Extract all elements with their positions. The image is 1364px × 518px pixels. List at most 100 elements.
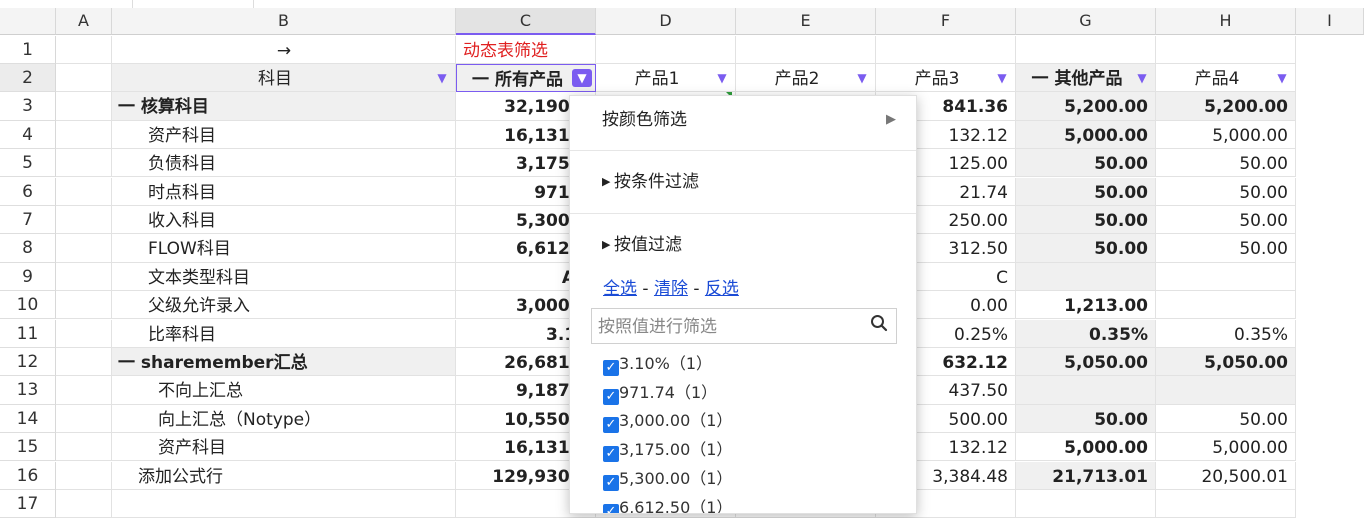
filter-by-condition-item[interactable]: ▶ 按条件过滤: [570, 158, 916, 206]
grid-cell[interactable]: [56, 461, 112, 490]
value-checkbox-item[interactable]: ✓ 971.74（1）: [603, 379, 717, 407]
grid-cell[interactable]: [596, 35, 736, 64]
filter-by-color-item[interactable]: 按颜色筛选 ▶: [570, 96, 916, 144]
row-label[interactable]: 添加公式行: [112, 461, 456, 490]
value-cell-other-products[interactable]: [1016, 262, 1156, 292]
row-label[interactable]: 一 sharemember汇总: [112, 347, 456, 377]
column-header-a[interactable]: A: [56, 8, 112, 35]
grid-cell[interactable]: [1156, 35, 1296, 64]
grid-cell[interactable]: [56, 262, 112, 292]
row-label[interactable]: 向上汇总（Notype）: [112, 404, 456, 434]
value-checkbox-item[interactable]: ✓ 6,612.50（1）: [603, 494, 732, 513]
value-cell-other-products[interactable]: 50.00: [1016, 149, 1156, 178]
value-cell-product4[interactable]: 5,000.00: [1156, 120, 1296, 150]
grid-cell[interactable]: [56, 347, 112, 377]
row-header-15[interactable]: 15: [0, 433, 56, 462]
value-cell-product4[interactable]: 50.00: [1156, 404, 1296, 434]
value-cell-other-products[interactable]: 5,050.00: [1016, 347, 1156, 377]
invert-link[interactable]: 反选: [705, 279, 739, 299]
value-cell-other-products[interactable]: 21,713.01: [1016, 461, 1156, 490]
grid-cell[interactable]: [56, 376, 112, 405]
column-header-g[interactable]: G: [1016, 8, 1156, 35]
grid-cell[interactable]: [56, 35, 112, 64]
search-icon[interactable]: [870, 314, 888, 337]
filter-by-value-item[interactable]: ▶ 按值过滤: [570, 221, 916, 269]
row-header-13[interactable]: 13: [0, 376, 56, 405]
value-cell-other-products[interactable]: 5,000.00: [1016, 120, 1156, 150]
value-cell-other-products[interactable]: 50.00: [1016, 404, 1156, 434]
filter-dropdown-icon[interactable]: ▼: [852, 69, 872, 87]
value-cell-product4[interactable]: 5,050.00: [1156, 347, 1296, 377]
row-header-9[interactable]: 9: [0, 262, 56, 292]
row-header-10[interactable]: 10: [0, 291, 56, 320]
grid-cell[interactable]: [56, 433, 112, 462]
value-cell-other-products[interactable]: 1,213.00: [1016, 291, 1156, 320]
value-cell-product4[interactable]: 50.00: [1156, 177, 1296, 206]
column-header-i[interactable]: I: [1296, 8, 1364, 35]
filter-dropdown-icon[interactable]: ▼: [992, 69, 1012, 87]
filter-dropdown-icon[interactable]: ▼: [432, 69, 452, 87]
row-header-16[interactable]: 16: [0, 461, 56, 490]
filter-dropdown-icon[interactable]: ▼: [1272, 69, 1292, 87]
grid-cell[interactable]: [56, 291, 112, 320]
clear-link[interactable]: 清除: [654, 279, 688, 299]
row-label[interactable]: 父级允许录入: [112, 291, 456, 320]
value-cell-other-products[interactable]: [1016, 376, 1156, 405]
row-label[interactable]: 负债科目: [112, 149, 456, 178]
column-header-d[interactable]: D: [596, 8, 736, 35]
checkbox-checked-icon[interactable]: ✓: [603, 503, 619, 513]
checkbox-checked-icon[interactable]: ✓: [603, 360, 619, 376]
row-header-8[interactable]: 8: [0, 234, 56, 263]
filter-dropdown-icon[interactable]: ▼: [712, 69, 732, 87]
select-all-corner[interactable]: [0, 8, 56, 35]
value-cell-other-products[interactable]: 5,200.00: [1016, 92, 1156, 121]
row-label[interactable]: 比率科目: [112, 319, 456, 348]
value-cell-product4[interactable]: 20,500.01: [1156, 461, 1296, 490]
column-header-f[interactable]: F: [876, 8, 1016, 35]
value-cell-product4[interactable]: 5,000.00: [1156, 433, 1296, 462]
column-header-b[interactable]: B: [112, 8, 456, 35]
grid-cell[interactable]: [56, 177, 112, 206]
value-cell-product4[interactable]: 50.00: [1156, 234, 1296, 263]
value-checkbox-item[interactable]: ✓ 3,000.00（1）: [603, 407, 732, 435]
row-label[interactable]: FLOW科目: [112, 234, 456, 263]
grid-cell[interactable]: [56, 120, 112, 150]
row-label[interactable]: 资产科目: [112, 433, 456, 462]
column-header-e[interactable]: E: [736, 8, 876, 35]
grid-cell[interactable]: [56, 92, 112, 121]
value-checkbox-item[interactable]: ✓ 5,300.00（1）: [603, 465, 732, 493]
value-cell-product4[interactable]: 50.00: [1156, 149, 1296, 178]
row-header-6[interactable]: 6: [0, 177, 56, 206]
value-cell-other-products[interactable]: 0.35%: [1016, 319, 1156, 348]
value-checkbox-item[interactable]: ✓ 3.10%（1）: [603, 350, 712, 378]
row-header-11[interactable]: 11: [0, 319, 56, 348]
value-cell-product4[interactable]: 50.00: [1156, 205, 1296, 235]
filter-dropdown-icon[interactable]: ▼: [1132, 69, 1152, 87]
row-header-12[interactable]: 12: [0, 347, 56, 377]
row-header-3[interactable]: 3: [0, 92, 56, 121]
grid-cell[interactable]: [1016, 35, 1156, 64]
column-header-h[interactable]: H: [1156, 8, 1296, 35]
row-label[interactable]: 资产科目: [112, 120, 456, 150]
value-search-input[interactable]: [596, 313, 862, 341]
row-header-2[interactable]: 2: [0, 63, 56, 93]
grid-cell[interactable]: [736, 35, 876, 64]
row-label[interactable]: 时点科目: [112, 177, 456, 206]
grid-cell[interactable]: [56, 63, 112, 93]
grid-cell[interactable]: [876, 35, 1016, 64]
header-cell-b[interactable]: 科目: [112, 63, 456, 93]
value-cell-other-products[interactable]: 50.00: [1016, 234, 1156, 263]
row-label[interactable]: 不向上汇总: [112, 376, 456, 405]
row-label[interactable]: 文本类型科目: [112, 262, 456, 292]
checkbox-checked-icon[interactable]: ✓: [603, 417, 619, 434]
checkbox-checked-icon[interactable]: ✓: [603, 474, 619, 491]
row-header-7[interactable]: 7: [0, 205, 56, 235]
grid-cell[interactable]: [56, 234, 112, 263]
value-cell-product4[interactable]: [1156, 291, 1296, 320]
row-header-1[interactable]: 1: [0, 35, 56, 64]
grid-cell[interactable]: [56, 149, 112, 178]
checkbox-checked-icon[interactable]: ✓: [603, 388, 619, 405]
value-cell-other-products[interactable]: 50.00: [1016, 205, 1156, 235]
checkbox-checked-icon[interactable]: ✓: [603, 446, 619, 463]
value-checkbox-item[interactable]: ✓ 3,175.00（1）: [603, 436, 732, 464]
